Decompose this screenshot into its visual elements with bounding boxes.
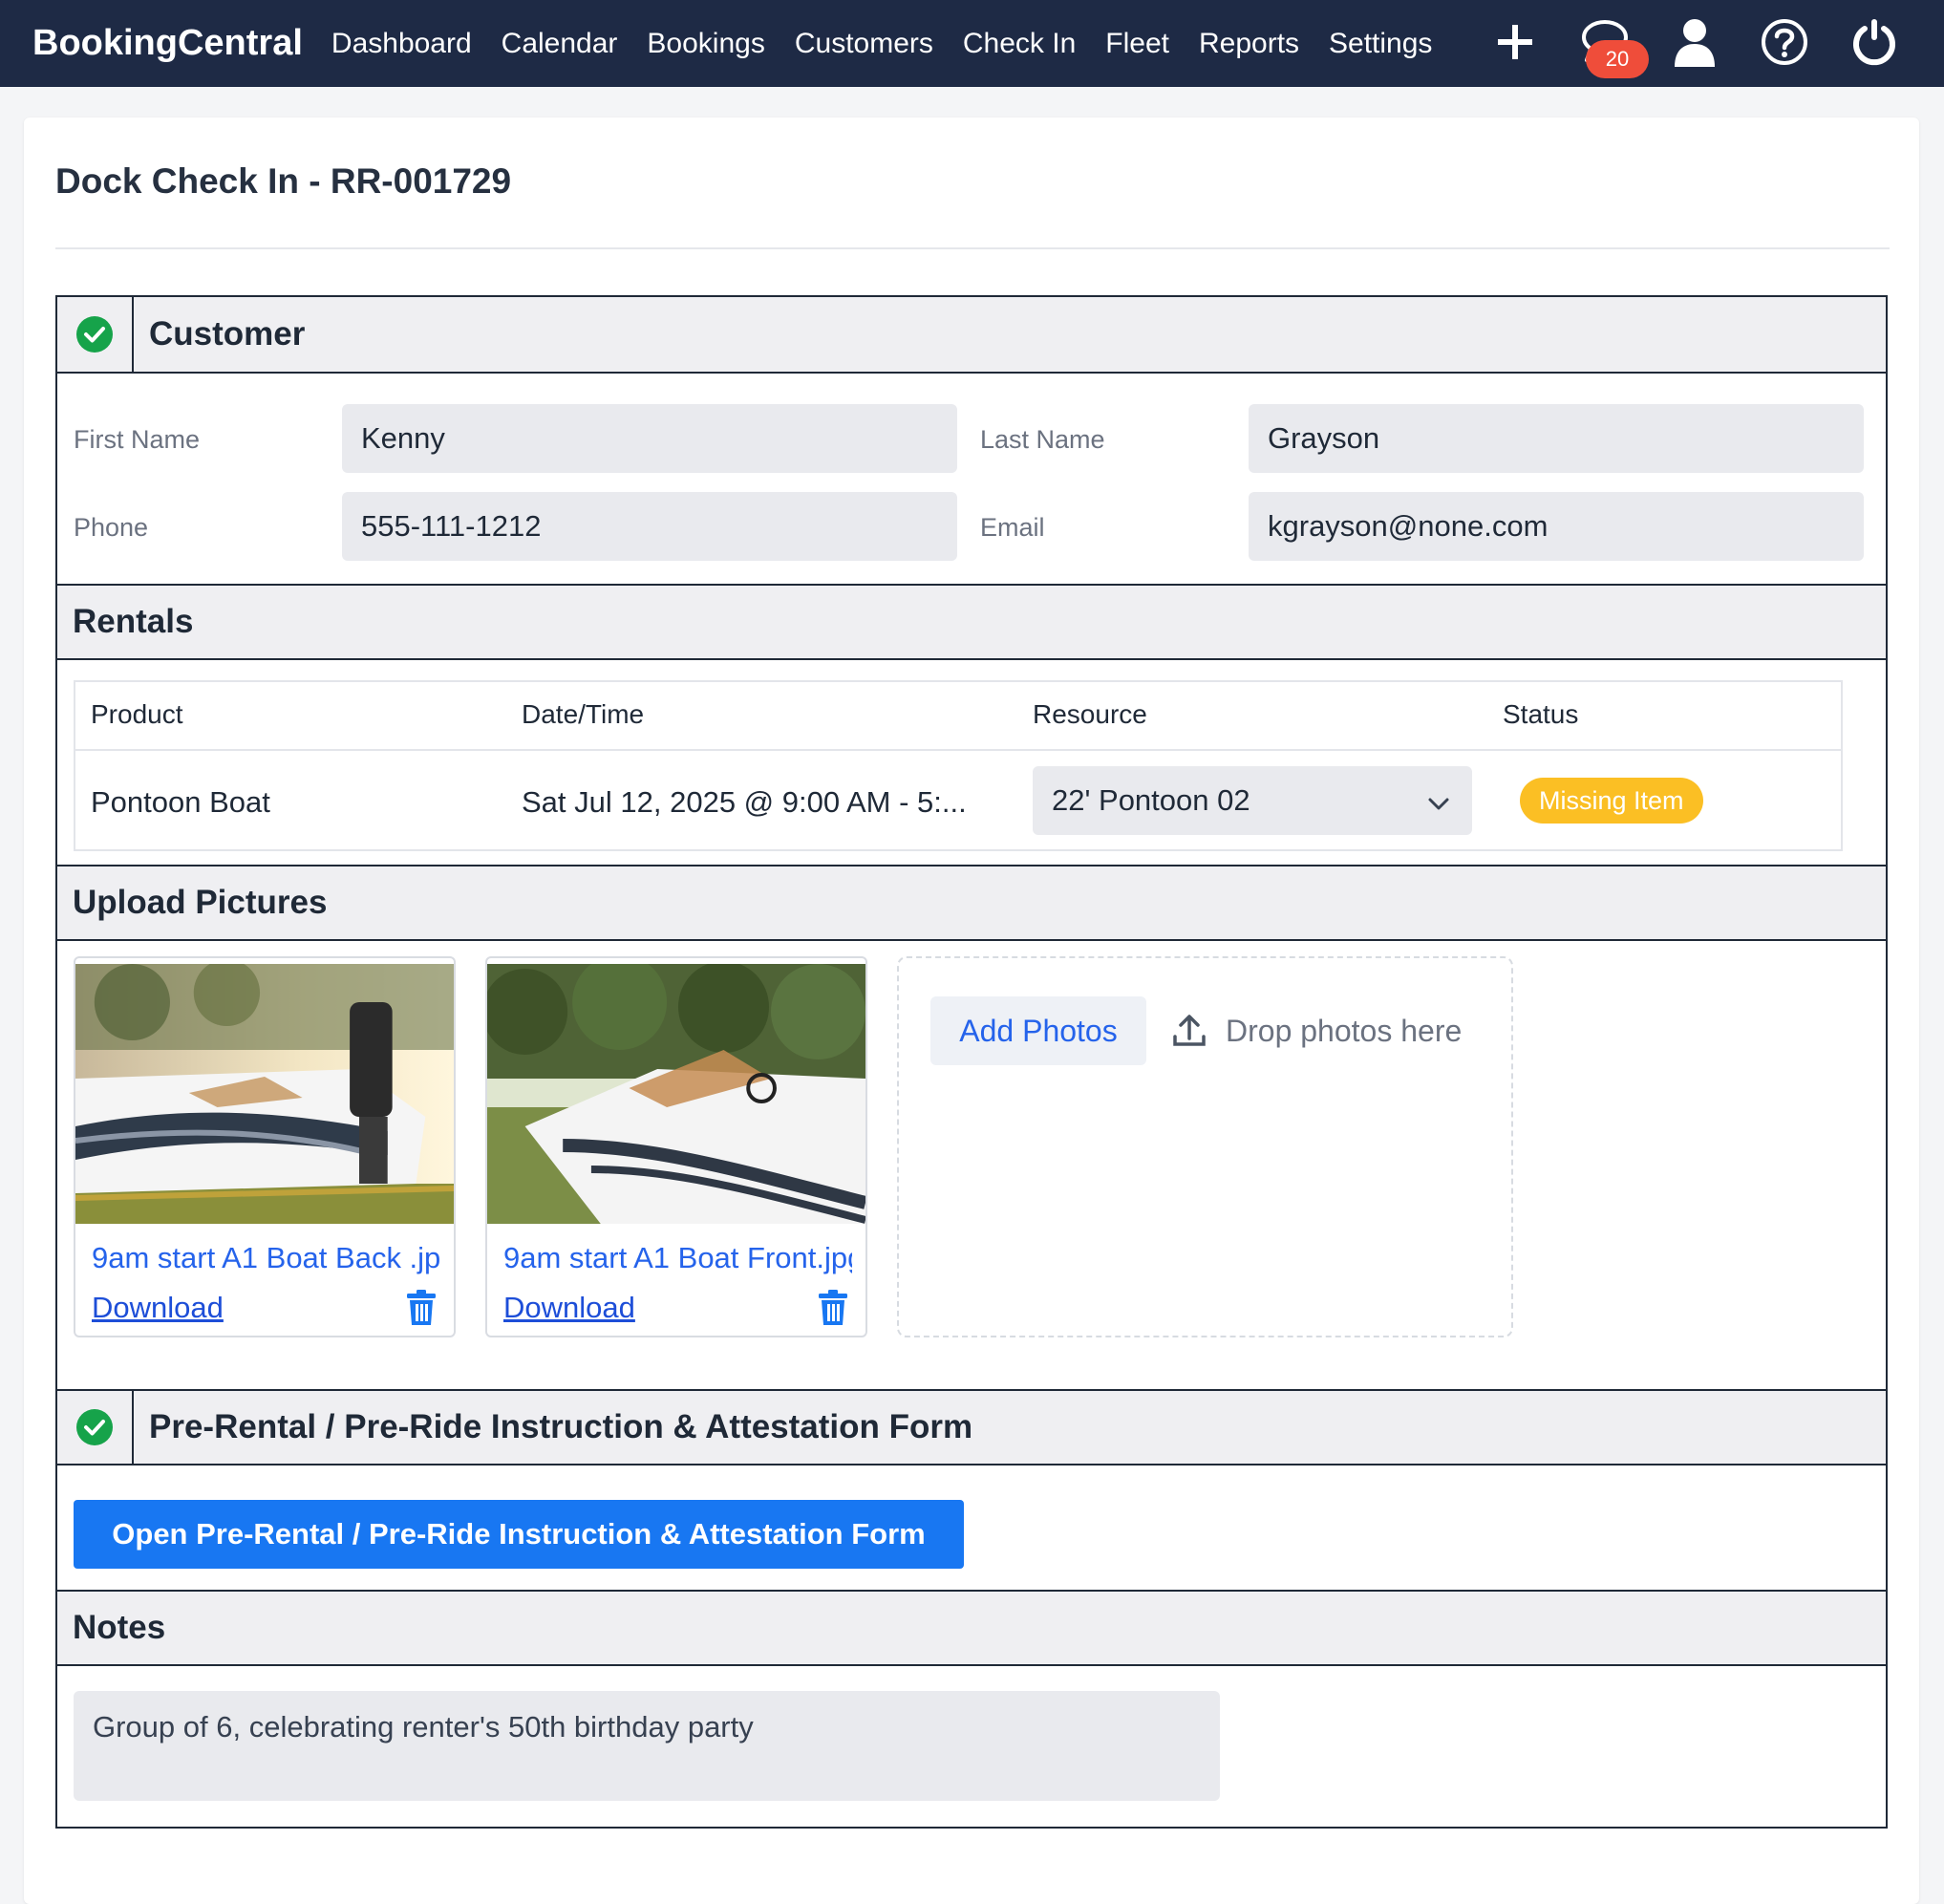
email-label: Email xyxy=(980,513,1045,542)
rentals-title: Rentals xyxy=(73,603,194,640)
plus-icon[interactable] xyxy=(1486,13,1544,71)
attestation-section-header: Pre-Rental / Pre-Ride Instruction & Atte… xyxy=(57,1389,1886,1465)
last-name-field[interactable]: Grayson xyxy=(1249,404,1864,473)
column-header-resource: Resource xyxy=(1033,699,1147,729)
nav-dashboard[interactable]: Dashboard xyxy=(331,28,472,60)
check-in-form: Customer First Name Kenny Last Name Gray… xyxy=(55,295,1888,1829)
nav-calendar[interactable]: Calendar xyxy=(502,28,618,60)
nav-links: Dashboard Calendar Bookings Customers Ch… xyxy=(331,28,1463,60)
chevron-down-icon xyxy=(1426,789,1451,824)
photo-filename[interactable]: 9am start A1 Boat Front.jpg xyxy=(503,1241,852,1275)
open-attestation-form-button[interactable]: Open Pre-Rental / Pre-Ride Instruction &… xyxy=(74,1500,964,1569)
rentals-section-header: Rentals xyxy=(57,584,1886,660)
boat-front-photo[interactable] xyxy=(487,964,865,1224)
notification-badge: 20 xyxy=(1586,40,1649,78)
nav-settings[interactable]: Settings xyxy=(1329,28,1432,60)
rentals-table: Product Date/Time Resource Status Pontoo… xyxy=(74,680,1843,851)
column-header-product: Product xyxy=(91,699,183,729)
top-navbar: BookingCentral Dashboard Calendar Bookin… xyxy=(0,0,1944,87)
photo-card-back: 9am start A1 Boat Back .jpg Download xyxy=(74,956,456,1337)
photo-filename[interactable]: 9am start A1 Boat Back .jpg xyxy=(92,1241,440,1275)
brand-logo[interactable]: BookingCentral xyxy=(32,23,303,64)
customer-check-icon xyxy=(57,297,134,372)
check-in-card: Dock Check In - RR-001729 Customer First… xyxy=(24,118,1919,1904)
rental-datetime: Sat Jul 12, 2025 @ 9:00 AM - 5:... xyxy=(522,785,967,819)
upload-title: Upload Pictures xyxy=(73,884,328,921)
add-photos-button[interactable]: Add Photos xyxy=(930,996,1146,1065)
notes-textarea[interactable]: Group of 6, celebrating renter's 50th bi… xyxy=(74,1691,1220,1801)
table-divider xyxy=(75,749,1841,751)
attestation-check-icon xyxy=(57,1391,134,1464)
customer-section-header: Customer xyxy=(57,297,1886,374)
boat-back-photo[interactable] xyxy=(75,964,454,1224)
trash-icon[interactable] xyxy=(406,1289,437,1332)
first-name-field[interactable]: Kenny xyxy=(342,404,957,473)
power-icon[interactable] xyxy=(1846,13,1903,71)
upload-section-header: Upload Pictures xyxy=(57,865,1886,941)
phone-field[interactable]: 555-111-1212 xyxy=(342,492,957,561)
notes-title: Notes xyxy=(73,1609,166,1646)
nav-customers[interactable]: Customers xyxy=(795,28,933,60)
nav-fleet[interactable]: Fleet xyxy=(1105,28,1169,60)
column-header-status: Status xyxy=(1503,699,1579,729)
photo-card-front: 9am start A1 Boat Front.jpg Download xyxy=(485,956,867,1337)
nav-reports[interactable]: Reports xyxy=(1199,28,1299,60)
email-field[interactable]: kgrayson@none.com xyxy=(1249,492,1864,561)
phone-label: Phone xyxy=(74,513,149,542)
trash-icon[interactable] xyxy=(818,1289,848,1332)
drop-photos-text: Drop photos here xyxy=(1226,1014,1463,1048)
status-badge: Missing Item xyxy=(1520,778,1703,824)
rental-product: Pontoon Boat xyxy=(91,785,270,819)
notes-section-header: Notes xyxy=(57,1590,1886,1666)
user-icon[interactable] xyxy=(1666,13,1723,71)
attestation-title: Pre-Rental / Pre-Ride Instruction & Atte… xyxy=(149,1408,973,1445)
download-link[interactable]: Download xyxy=(92,1291,224,1325)
nav-check-in[interactable]: Check In xyxy=(963,28,1076,60)
photo-dropzone[interactable]: Add Photos Drop photos here xyxy=(897,956,1513,1337)
help-icon[interactable] xyxy=(1756,13,1813,71)
resource-select-value: 22' Pontoon 02 xyxy=(1052,783,1250,817)
customer-title: Customer xyxy=(149,315,306,353)
page-title: Dock Check In - RR-001729 xyxy=(55,161,512,201)
column-header-datetime: Date/Time xyxy=(522,699,645,729)
last-name-label: Last Name xyxy=(980,425,1105,454)
resource-select[interactable]: 22' Pontoon 02 xyxy=(1033,766,1472,835)
upload-icon xyxy=(1172,1012,1207,1053)
download-link[interactable]: Download xyxy=(503,1291,635,1325)
title-divider xyxy=(55,247,1890,249)
first-name-label: First Name xyxy=(74,425,201,454)
nav-bookings[interactable]: Bookings xyxy=(647,28,764,60)
